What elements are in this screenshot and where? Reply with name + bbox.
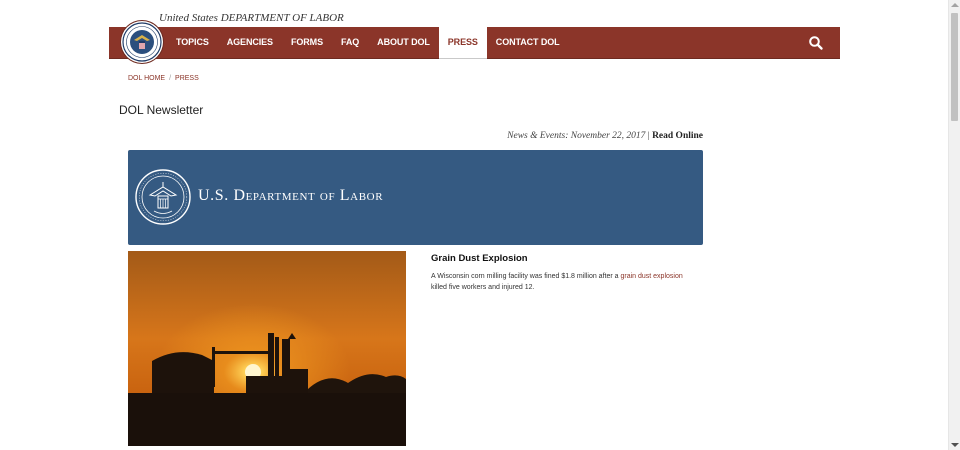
page-title: DOL Newsletter [119,103,204,117]
seal-icon [122,22,162,62]
breadcrumb-separator: / [169,75,172,82]
nav-faq[interactable]: FAQ [332,27,368,58]
nav-about-dol[interactable]: ABOUT DOL [368,27,439,58]
dol-banner: U.S. Department of Labor [128,150,703,245]
breadcrumb-press-link[interactable]: PRESS [175,75,199,82]
article-summary: A Wisconsin corn milling facility was fi… [431,272,696,293]
search-icon [809,36,823,50]
article-image-sunset-grain-elevator[interactable] [128,251,406,446]
vertical-scrollbar[interactable] [948,0,960,450]
scroll-thumb[interactable] [951,13,958,121]
read-online-link[interactable]: Read Online [652,131,703,141]
breadcrumb-home-link[interactable]: DOL HOME [128,75,165,82]
scroll-down-arrow-icon[interactable] [951,443,959,447]
article-title[interactable]: Grain Dust Explosion [431,253,528,264]
seal-icon [135,169,191,225]
search-button[interactable] [808,35,824,51]
article-text-before: A Wisconsin corn milling facility was fi… [431,273,621,280]
nav-topics[interactable]: TOPICS [167,27,218,58]
dol-seal-logo[interactable] [121,21,163,63]
dateline-separator: | [647,131,650,141]
nav-agencies[interactable]: AGENCIES [218,27,282,58]
main-navbar: TOPICS AGENCIES FORMS FAQ ABOUT DOL PRES… [109,21,840,63]
agency-title: United States DEPARTMENT OF LABOR [159,12,344,24]
breadcrumb: DOL HOME / PRESS [128,75,199,82]
article-text-after: killed five workers and injured 12. [431,283,535,291]
grain-elevator-photo [128,251,406,446]
scroll-up-arrow-icon[interactable] [951,3,959,7]
nav-forms[interactable]: FORMS [282,27,332,58]
newsletter-dateline: News & Events: November 22, 2017 | Read … [507,131,703,141]
nav-menu: TOPICS AGENCIES FORMS FAQ ABOUT DOL PRES… [167,27,569,59]
grain-dust-explosion-link[interactable]: grain dust explosion [620,273,682,280]
nav-press[interactable]: PRESS [438,27,487,59]
page: United States DEPARTMENT OF LABOR TOPICS… [0,0,948,450]
newsletter-date: News & Events: November 22, 2017 [507,131,646,141]
banner-title: U.S. Department of Labor [198,187,384,204]
nav-contact-dol[interactable]: CONTACT DOL [487,27,569,58]
